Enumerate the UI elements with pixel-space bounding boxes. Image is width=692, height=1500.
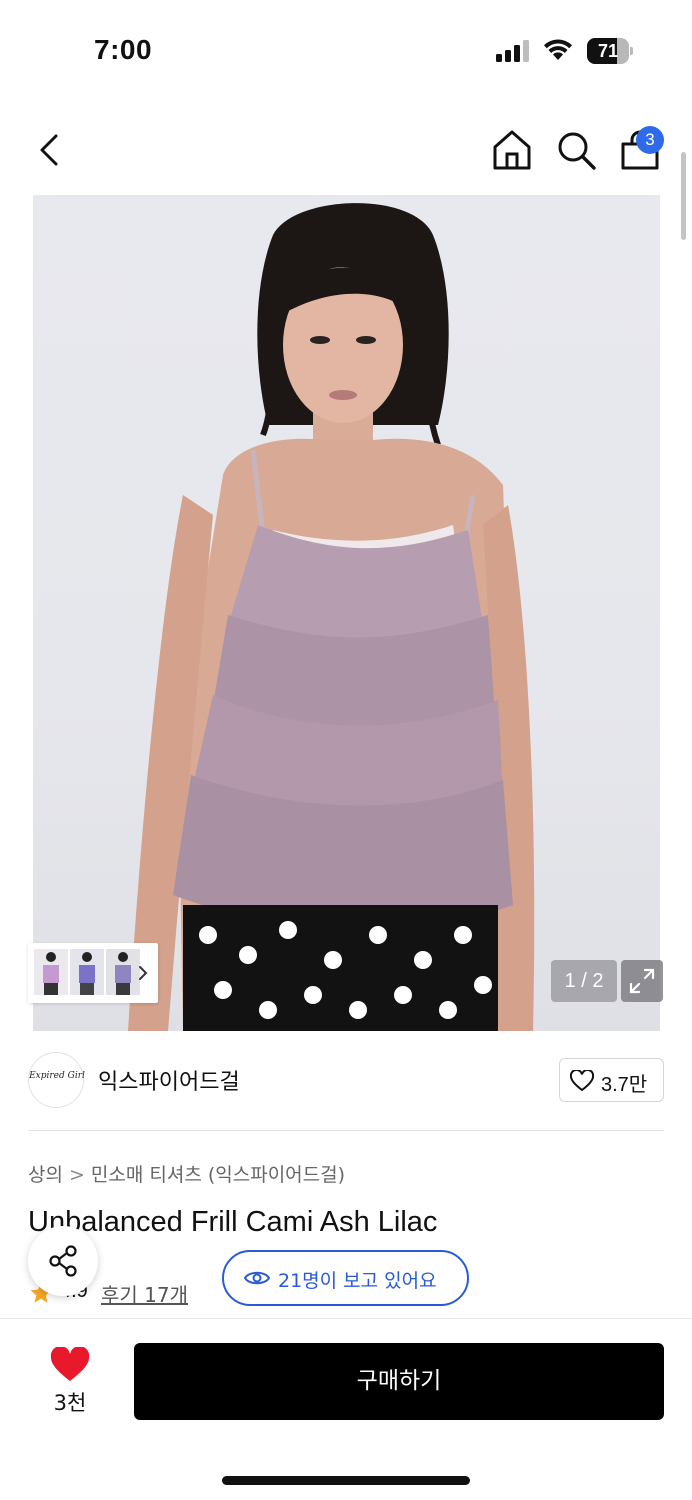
expand-icon[interactable]	[621, 960, 663, 1002]
product-image[interactable]	[33, 195, 660, 1031]
brand-logo-text: Expired Girl	[29, 1071, 85, 1081]
breadcrumb: 상의 > 민소매 티셔츠 (익스파이어드걸)	[28, 1160, 345, 1187]
share-icon	[49, 1245, 77, 1277]
chevron-right-icon[interactable]	[136, 965, 150, 981]
divider	[28, 1130, 664, 1131]
heart-filled-icon	[50, 1347, 90, 1381]
image-page-counter: 1 / 2	[551, 960, 617, 1002]
eye-icon	[244, 1271, 270, 1285]
brand-like-count: 3.7만	[601, 1074, 648, 1096]
home-indicator	[222, 1476, 470, 1485]
model-photo	[128, 203, 535, 1031]
chevron-left-icon[interactable]	[28, 128, 72, 172]
share-button[interactable]	[28, 1226, 98, 1296]
bottom-action-bar: 3천 구매하기	[0, 1318, 692, 1500]
product-title: Unbalanced Frill Cami Ash Lilac	[28, 1206, 438, 1238]
breadcrumb-item-category[interactable]: 상의	[28, 1160, 63, 1187]
heart-outline-icon	[570, 1070, 594, 1092]
brand-logo[interactable]: Expired Girl	[28, 1052, 85, 1108]
wishlist-button[interactable]: 3천	[40, 1347, 100, 1417]
brand-name[interactable]: 익스파이어드걸	[98, 1064, 240, 1096]
wishlist-count: 3천	[53, 1391, 87, 1415]
thumbnail-3[interactable]	[106, 949, 140, 995]
home-icon[interactable]	[490, 128, 534, 172]
thumbnail-2[interactable]	[70, 949, 104, 995]
signal-icon	[496, 40, 529, 62]
top-nav	[0, 110, 692, 190]
cart-badge: 3	[636, 126, 664, 154]
thumbnail-1[interactable]	[34, 949, 68, 995]
live-viewers-text: 21명이 보고 있어요	[278, 1270, 437, 1292]
battery-level: 71	[597, 41, 619, 61]
breadcrumb-separator: >	[68, 1164, 85, 1186]
battery-indicator: 71	[587, 38, 633, 64]
search-icon[interactable]	[554, 128, 598, 172]
status-time: 7:00	[94, 34, 153, 65]
status-bar: 7:00 71	[0, 0, 692, 100]
live-viewers-badge[interactable]: 21명이 보고 있어요	[222, 1250, 469, 1306]
breadcrumb-item-subcategory[interactable]: 민소매 티셔츠 (익스파이어드걸)	[91, 1160, 345, 1187]
wifi-icon	[544, 39, 572, 60]
reviews-link[interactable]: 후기 17개	[101, 1279, 188, 1308]
buy-button[interactable]: 구매하기	[134, 1343, 664, 1420]
scrollbar[interactable]	[681, 152, 686, 240]
brand-like-button[interactable]: 3.7만	[559, 1058, 664, 1102]
